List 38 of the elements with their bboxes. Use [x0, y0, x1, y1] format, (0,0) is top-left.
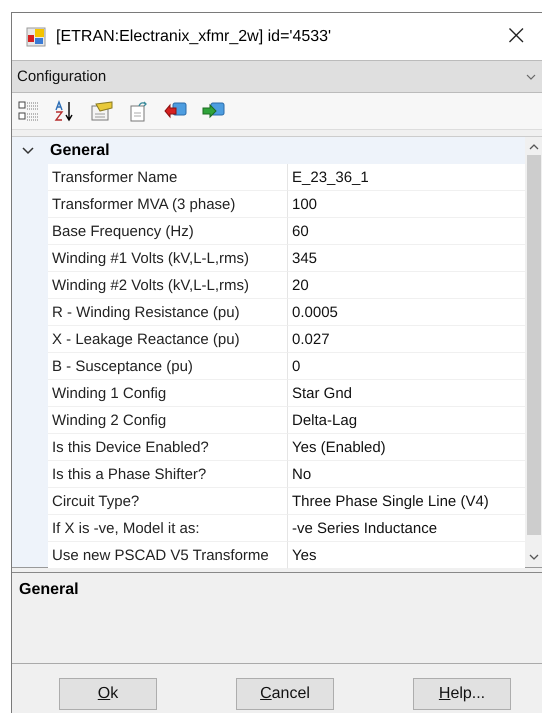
property-name: Is this Device Enabled? — [48, 434, 288, 461]
property-name: Winding 1 Config — [48, 380, 288, 407]
property-value[interactable]: Delta-Lag — [288, 407, 525, 434]
property-name: Use new PSCAD V5 Transforme — [48, 542, 288, 569]
property-name: Winding 2 Config — [48, 407, 288, 434]
close-button[interactable]: × — [504, 18, 542, 55]
property-value[interactable]: 0.027 — [288, 326, 525, 353]
property-name: Is this a Phase Shifter? — [48, 461, 288, 488]
property-value[interactable]: Yes — [288, 542, 525, 569]
property-value[interactable]: No — [288, 461, 525, 488]
dialog-button[interactable]: Help... — [413, 678, 511, 710]
property-value[interactable]: Yes (Enabled) — [288, 434, 525, 461]
property-name: Winding #2 Volts (kV,L-L,rms) — [48, 272, 288, 299]
property-value[interactable]: 100 — [288, 191, 525, 218]
property-name: If X is -ve, Model it as: — [48, 515, 288, 542]
property-value[interactable]: Three Phase Single Line (V4) — [288, 488, 525, 515]
property-value[interactable]: 0 — [288, 353, 525, 380]
property-name: R - Winding Resistance (pu) — [48, 299, 288, 326]
property-value[interactable]: 20 — [288, 272, 525, 299]
property-value[interactable]: E_23_36_1 — [288, 164, 525, 191]
dialog-button[interactable]: Cancel — [236, 678, 334, 710]
description-title: General — [19, 581, 79, 598]
property-name: B - Susceptance (pu) — [48, 353, 288, 380]
property-value[interactable]: 0.0005 — [288, 299, 525, 326]
property-value[interactable]: 60 — [288, 218, 525, 245]
dialog-button[interactable]: Ok — [59, 678, 157, 710]
property-value[interactable]: Star Gnd — [288, 380, 525, 407]
panel-title: Configuration — [17, 68, 106, 85]
property-value[interactable]: -ve Series Inductance — [288, 515, 525, 542]
property-name: Base Frequency (Hz) — [48, 218, 288, 245]
property-name: Winding #1 Volts (kV,L-L,rms) — [48, 245, 288, 272]
property-name: X - Leakage Reactance (pu) — [48, 326, 288, 353]
window-title: [ETRAN:Electranix_xfmr_2w] id='4533' — [56, 28, 332, 46]
property-value[interactable]: 345 — [288, 245, 525, 272]
property-name: Transformer MVA (3 phase) — [48, 191, 288, 218]
category-name: General — [50, 142, 110, 160]
property-name: Circuit Type? — [48, 488, 288, 515]
property-name: Transformer Name — [48, 164, 288, 191]
